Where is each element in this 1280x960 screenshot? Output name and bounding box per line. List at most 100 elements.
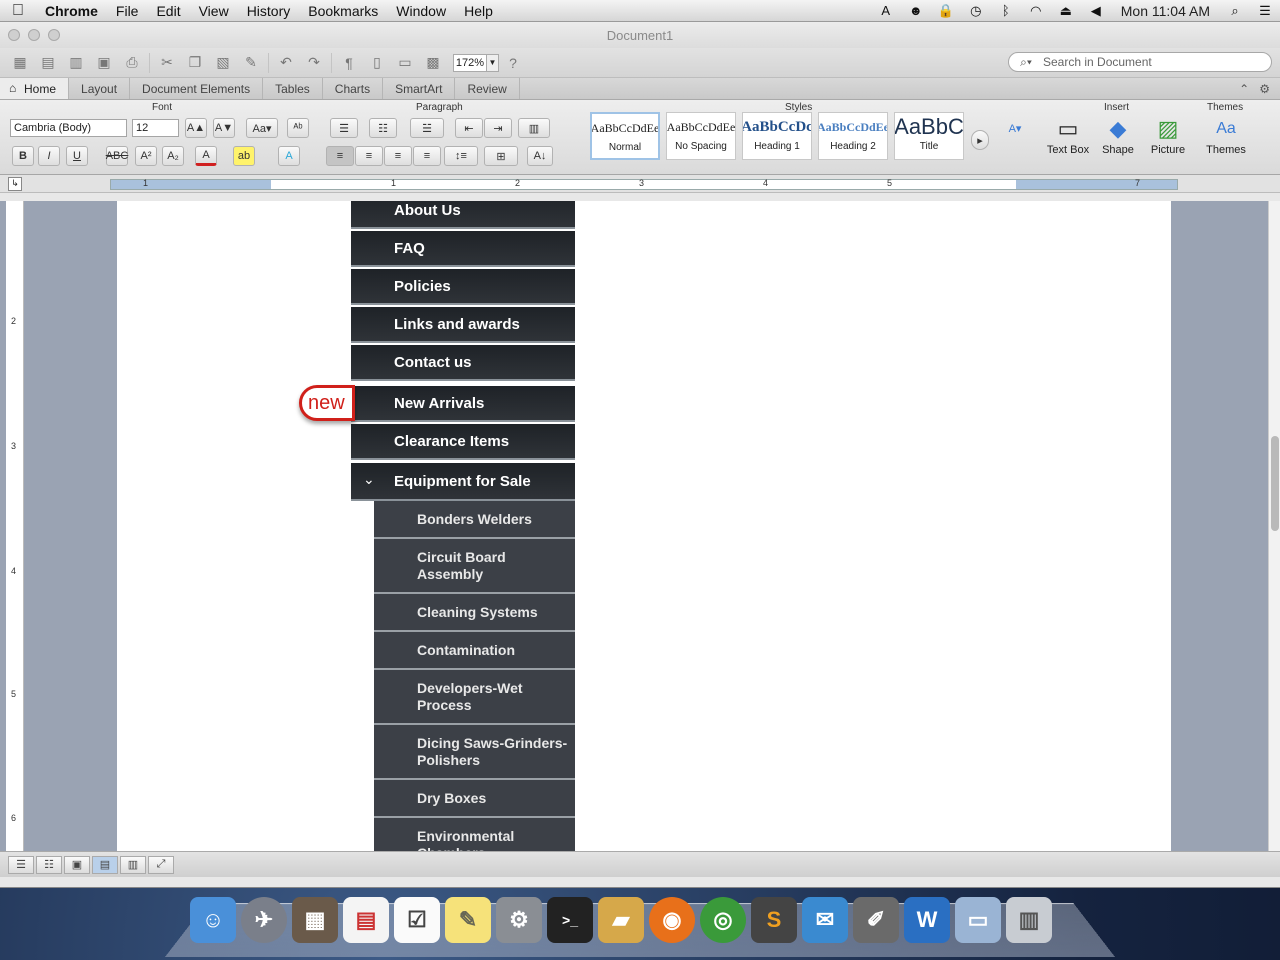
- menu-edit[interactable]: Edit: [147, 3, 189, 19]
- shrink-font-icon[interactable]: A▼: [213, 118, 235, 138]
- adobe-icon[interactable]: A: [871, 3, 901, 18]
- redo-icon[interactable]: ↷: [300, 52, 328, 74]
- zoom-dropdown-icon[interactable]: ▼: [487, 53, 499, 72]
- font-size-select[interactable]: 12: [132, 119, 179, 137]
- horizontal-ruler[interactable]: 1 1 2 3 4 5 7: [110, 178, 1178, 190]
- insert-picture-button[interactable]: ▨ Picture: [1144, 114, 1192, 156]
- terminal-icon[interactable]: >_: [547, 897, 593, 943]
- new-icon[interactable]: ▦: [6, 52, 34, 74]
- style-no-spacing[interactable]: AaBbCcDdEe No Spacing: [666, 112, 736, 160]
- eject-icon[interactable]: ⏏: [1051, 3, 1081, 19]
- documents-folder-icon[interactable]: ▭: [955, 897, 1001, 943]
- save-icon[interactable]: ▣: [90, 52, 118, 74]
- menu-item-equipment[interactable]: Equipment for Sale: [351, 463, 575, 501]
- document-page[interactable]: About Us FAQ Policies Links and awards C…: [117, 201, 1171, 851]
- tab-document-elements[interactable]: Document Elements: [130, 78, 264, 99]
- copy-icon[interactable]: ❐: [181, 52, 209, 74]
- sidebar-icon[interactable]: ▯: [363, 52, 391, 74]
- lock-icon[interactable]: 🔒: [931, 3, 961, 19]
- photo-app-icon[interactable]: ▦: [292, 897, 338, 943]
- wifi-icon[interactable]: ◠: [1021, 3, 1051, 19]
- insert-text-box-button[interactable]: ▭ Text Box: [1044, 114, 1092, 156]
- menu-file[interactable]: File: [107, 3, 148, 19]
- submenu-item-cleaning[interactable]: Cleaning Systems: [374, 594, 575, 632]
- search-input[interactable]: ⌕▾ Search in Document: [1008, 52, 1272, 72]
- word-icon[interactable]: W: [904, 897, 950, 943]
- time-machine-icon[interactable]: ◷: [961, 3, 991, 19]
- menu-help[interactable]: Help: [455, 3, 502, 19]
- fullscreen-view-icon[interactable]: ⤢: [148, 855, 174, 874]
- finder-icon[interactable]: ☺: [190, 897, 236, 943]
- decrease-indent-icon[interactable]: ⇤: [455, 118, 483, 138]
- numbering-icon[interactable]: ☷: [369, 118, 397, 138]
- tab-review[interactable]: Review: [455, 78, 520, 99]
- submenu-item-contamination[interactable]: Contamination: [374, 632, 575, 670]
- apple-icon[interactable]: : [0, 2, 36, 20]
- superscript-button[interactable]: A²: [135, 146, 157, 166]
- bold-button[interactable]: B: [12, 146, 34, 166]
- submenu-item-bonders[interactable]: Bonders Welders: [374, 501, 575, 539]
- style-normal[interactable]: AaBbCcDdEe Normal: [590, 112, 660, 160]
- sort-icon[interactable]: A↓: [527, 146, 553, 166]
- print-layout-view-icon[interactable]: ▤: [92, 855, 118, 874]
- paste-icon[interactable]: ▧: [209, 52, 237, 74]
- menu-item-links-awards[interactable]: Links and awards: [351, 307, 575, 343]
- submenu-item-environmental[interactable]: Environmental Chambers: [374, 818, 575, 851]
- sublime-icon[interactable]: S: [751, 897, 797, 943]
- font-color-icon[interactable]: A: [195, 146, 217, 166]
- publishing-view-icon[interactable]: ▣: [64, 855, 90, 874]
- cut-icon[interactable]: ✂: [153, 52, 181, 74]
- styles-pane-icon[interactable]: A▾: [1000, 118, 1030, 138]
- volume-icon[interactable]: ◀: [1081, 3, 1111, 19]
- strikethrough-button[interactable]: ABC: [106, 146, 128, 166]
- subscript-button[interactable]: A₂: [162, 146, 184, 166]
- menu-item-policies[interactable]: Policies: [351, 269, 575, 305]
- print-icon[interactable]: ⎙: [118, 52, 146, 74]
- chrome-icon[interactable]: ◎: [700, 897, 746, 943]
- toolbox-icon[interactable]: ▩: [419, 52, 447, 74]
- menu-view[interactable]: View: [190, 3, 238, 19]
- menu-item-contact[interactable]: Contact us: [351, 345, 575, 381]
- collapse-ribbon-icon[interactable]: ⌃: [1239, 82, 1249, 96]
- bluetooth-icon[interactable]: ᛒ: [991, 3, 1021, 18]
- tab-stop-icon[interactable]: ↳: [8, 177, 22, 191]
- submenu-item-dry-boxes[interactable]: Dry Boxes: [374, 780, 575, 818]
- change-case-icon[interactable]: Aa▾: [246, 118, 278, 138]
- columns-icon[interactable]: ▥: [518, 118, 550, 138]
- style-title[interactable]: AaBbC Title: [894, 112, 964, 160]
- format-painter-icon[interactable]: ✎: [237, 52, 265, 74]
- face-icon[interactable]: ☻: [901, 3, 931, 18]
- pilcrow-icon[interactable]: ¶: [335, 52, 363, 74]
- borders-icon[interactable]: ⊞: [484, 146, 518, 166]
- menu-app[interactable]: Chrome: [36, 3, 107, 19]
- vertical-ruler[interactable]: 2 3 4 5 6: [6, 201, 24, 851]
- style-heading-2[interactable]: AaBbCcDdEe Heading 2: [818, 112, 888, 160]
- transmit-icon[interactable]: ▰: [598, 897, 644, 943]
- menu-window[interactable]: Window: [387, 3, 455, 19]
- styles-next-icon[interactable]: ▸: [971, 130, 989, 150]
- menu-item-faq[interactable]: FAQ: [351, 231, 575, 267]
- text-effects-icon[interactable]: A: [278, 146, 300, 166]
- submenu-item-circuit-board[interactable]: Circuit Board Assembly: [374, 539, 575, 594]
- open-icon[interactable]: ▥: [62, 52, 90, 74]
- multilevel-list-icon[interactable]: ☱: [410, 118, 444, 138]
- spotlight-icon[interactable]: ⌕: [1220, 3, 1250, 19]
- tab-charts[interactable]: Charts: [323, 78, 384, 99]
- gimp-icon[interactable]: ✐: [853, 897, 899, 943]
- submenu-item-developers[interactable]: Developers-Wet Process: [374, 670, 575, 725]
- grow-font-icon[interactable]: A▲: [185, 118, 207, 138]
- submenu-item-dicing[interactable]: Dicing Saws-Grinders-Polishers: [374, 725, 575, 780]
- notebook-view-icon[interactable]: ▥: [120, 855, 146, 874]
- tab-home[interactable]: Home: [0, 78, 70, 99]
- gallery-icon[interactable]: ▭: [391, 52, 419, 74]
- highlight-icon[interactable]: ab: [233, 146, 255, 166]
- insert-shape-button[interactable]: ◆ Shape: [1094, 114, 1142, 156]
- zoom-field[interactable]: 172%: [453, 53, 487, 72]
- menu-item-clearance[interactable]: Clearance Items: [351, 424, 575, 460]
- help-icon[interactable]: ?: [499, 52, 527, 74]
- menu-history[interactable]: History: [238, 3, 300, 19]
- clock[interactable]: Mon 11:04 AM: [1111, 3, 1220, 19]
- themes-button[interactable]: Aa Themes: [1202, 114, 1250, 156]
- underline-button[interactable]: U: [66, 146, 88, 166]
- tab-smartart[interactable]: SmartArt: [383, 78, 456, 99]
